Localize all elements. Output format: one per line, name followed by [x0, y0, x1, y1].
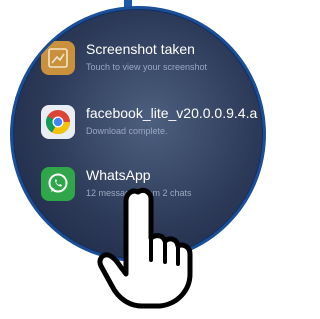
- screenshot-icon: [41, 41, 75, 75]
- notification-screenshot[interactable]: Screenshot taken Touch to view your scre…: [13, 33, 263, 93]
- notification-download[interactable]: facebook_lite_v20.0.0.9.4.a Download com…: [13, 97, 263, 157]
- notification-title: WhatsApp: [86, 167, 151, 183]
- notification-subtitle: Touch to view your screenshot: [86, 62, 208, 72]
- notification-subtitle: Download complete.: [86, 126, 168, 136]
- notification-title: Screenshot taken: [86, 41, 195, 57]
- chrome-icon: [41, 105, 75, 139]
- whatsapp-icon: [41, 167, 75, 201]
- pointing-hand-icon: [97, 187, 193, 309]
- notification-title: facebook_lite_v20.0.0.9.4.a: [86, 105, 258, 121]
